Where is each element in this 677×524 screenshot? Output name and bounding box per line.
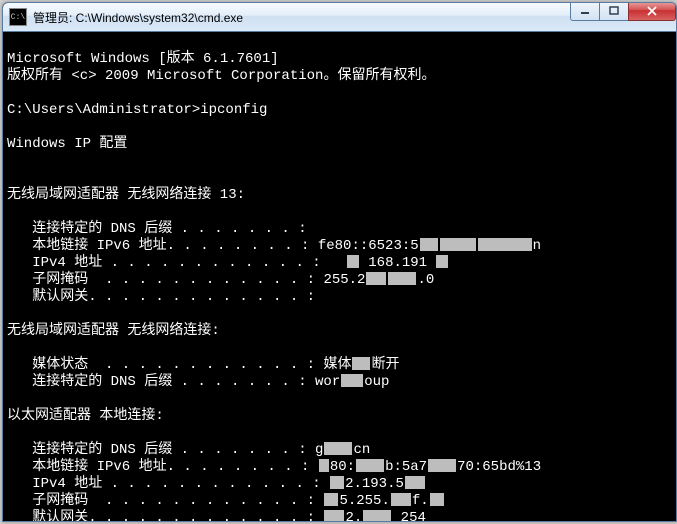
redacted-block [478, 238, 532, 251]
out-line: 连接特定的 DNS 后缀 . . . . . . . : wor [7, 374, 340, 390]
redacted-block [324, 493, 338, 506]
out-line: 70:65bd%13 [457, 459, 541, 475]
maximize-button[interactable] [599, 2, 629, 21]
redacted-block [391, 493, 411, 506]
out-line: 子网掩码 . . . . . . . . . . . . : 255.2 [7, 272, 365, 288]
out-line: 2. [345, 510, 362, 521]
redacted-block [324, 510, 344, 521]
close-icon [646, 6, 658, 16]
out-line: Windows IP 配置 [7, 136, 127, 152]
out-line: 连接特定的 DNS 后缀 . . . . . . . : [7, 221, 307, 237]
out-line: 媒体状态 . . . . . . . . . . . . : 媒体 [7, 357, 351, 373]
out-line: 默认网关. . . . . . . . . . . . . : [7, 289, 315, 305]
minimize-icon [580, 6, 590, 16]
redacted-block [356, 459, 384, 472]
out-line: 无线局域网适配器 无线网络连接: [7, 323, 220, 339]
out-line: 254 [392, 510, 426, 521]
out-line: 断开 [371, 357, 399, 373]
terminal-output[interactable]: Microsoft Windows [版本 6.1.7601] 版权所有 <c>… [3, 32, 676, 521]
out-line: 80: [330, 459, 355, 475]
out-line: 本地链接 IPv6 地址. . . . . . . . : [7, 459, 318, 475]
out-line: .0 [417, 272, 434, 288]
redacted-block [319, 459, 329, 472]
redacted-block [430, 493, 444, 506]
titlebar[interactable]: C:\ 管理员: C:\Windows\system32\cmd.exe [3, 3, 676, 32]
redacted-block [405, 476, 425, 489]
out-line: 168.191 [360, 255, 436, 271]
redacted-block [440, 238, 476, 251]
redacted-block [363, 510, 391, 521]
cmd-window: C:\ 管理员: C:\Windows\system32\cmd.exe Mic… [2, 2, 677, 522]
out-line: C:\Users\Administrator>ipconfig [7, 102, 267, 118]
minimize-button[interactable] [570, 2, 600, 21]
window-title: 管理员: C:\Windows\system32\cmd.exe [33, 9, 571, 26]
redacted-block [436, 255, 448, 268]
redacted-block [366, 272, 386, 285]
out-line: IPv4 地址 . . . . . . . . . . . . : [7, 476, 329, 492]
out-line: oup [364, 374, 389, 390]
out-line: 无线局域网适配器 无线网络连接 13: [7, 187, 245, 203]
out-line: f. [412, 493, 429, 509]
out-line: 连接特定的 DNS 后缀 . . . . . . . : g [7, 442, 323, 458]
redacted-block [341, 374, 363, 387]
out-line: 子网掩码 . . . . . . . . . . . . : [7, 493, 323, 509]
out-line: b:5a7 [385, 459, 427, 475]
redacted-block [330, 476, 344, 489]
out-line: 默认网关. . . . . . . . . . . . . : [7, 510, 323, 521]
window-controls [571, 3, 676, 31]
redacted-block [352, 357, 370, 370]
out-line: IPv4 地址 . . . . . . . . . . . . : [7, 255, 346, 271]
out-line: cn [353, 442, 370, 458]
close-button[interactable] [628, 2, 676, 21]
maximize-icon [609, 6, 619, 16]
out-line: 本地链接 IPv6 地址. . . . . . . . : fe80::6523… [7, 238, 419, 254]
redacted-block [324, 442, 352, 455]
out-line: 版权所有 <c> 2009 Microsoft Corporation。保留所有… [7, 68, 435, 84]
redacted-block [388, 272, 416, 285]
cmd-icon: C:\ [9, 8, 27, 26]
redacted-block [428, 459, 456, 472]
out-line: 2.193.5 [345, 476, 404, 492]
redacted-block [347, 255, 359, 268]
redacted-block [420, 238, 438, 251]
out-line: Microsoft Windows [版本 6.1.7601] [7, 51, 279, 67]
out-line: n [533, 238, 541, 254]
out-line: 5.255. [339, 493, 389, 509]
out-line: 以太网适配器 本地连接: [7, 408, 164, 424]
